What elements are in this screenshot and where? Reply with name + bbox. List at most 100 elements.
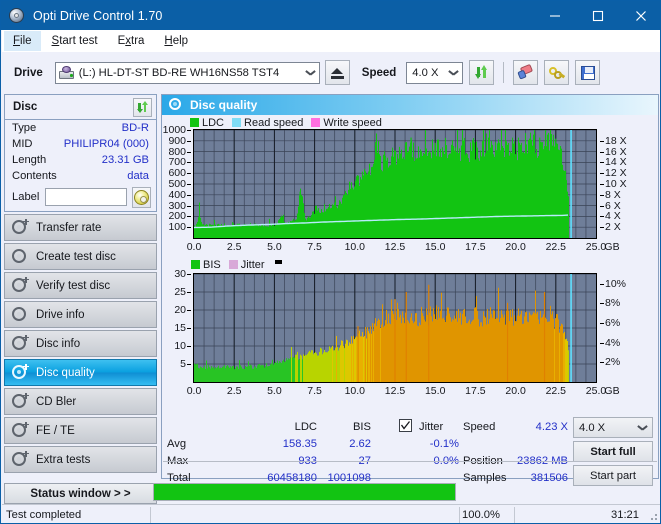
- x-tick-label: 7.5: [307, 241, 322, 253]
- disc-icon: [12, 392, 29, 410]
- y2-tick-mark: [600, 283, 604, 285]
- disc-label-button[interactable]: [132, 186, 151, 208]
- speed-select-stats[interactable]: 4.0 X: [573, 417, 653, 438]
- legend-label-write-speed: Write speed: [323, 116, 382, 129]
- y2-tick-label: 8 X: [605, 188, 621, 201]
- sidebar-item-label: Transfer rate: [36, 221, 102, 234]
- start-full-button[interactable]: Start full: [573, 441, 653, 462]
- eject-button[interactable]: [324, 60, 350, 85]
- sidebar-item-transfer-rate[interactable]: Transfer rate: [4, 214, 157, 241]
- y2-tick-mark: [600, 342, 604, 344]
- menu-start-test[interactable]: Start test: [43, 31, 107, 51]
- y-tick-mark: [187, 194, 191, 196]
- y-tick-label: 400: [168, 188, 186, 201]
- disc-row-type: Type BD-R: [5, 120, 156, 136]
- disc-refresh-button[interactable]: [133, 98, 152, 117]
- erase-button[interactable]: [513, 60, 539, 85]
- y2-tick-label: 2%: [605, 356, 621, 369]
- disc-row-mid: MID PHILIPR04 (000): [5, 136, 156, 152]
- y-tick-label: 800: [168, 145, 186, 158]
- status-window-button[interactable]: Status window > >: [4, 483, 157, 504]
- sidebar-item-extra-tests[interactable]: Extra tests: [4, 446, 157, 473]
- menu-help[interactable]: Help: [155, 31, 197, 51]
- x-tick-label: 7.5: [307, 385, 322, 397]
- disc-info-box: Disc Type BD-R MID PHILIPR04 (000) Lengt…: [4, 94, 157, 212]
- refresh-button[interactable]: [469, 60, 495, 85]
- y-tick-mark: [187, 130, 191, 131]
- chevron-down-icon: [638, 425, 647, 431]
- legend-label-ldc: LDC: [202, 116, 225, 129]
- x-tick-label: 10.0: [344, 385, 366, 397]
- y-tick-mark: [187, 162, 191, 164]
- y2-tick-mark: [600, 184, 604, 185]
- y-tick-mark: [187, 140, 191, 142]
- x-tick-label: 17.5: [465, 241, 486, 253]
- window-title: Opti Drive Control 1.70: [33, 8, 163, 23]
- legend-swatch-ldc: [190, 118, 199, 127]
- x-tick-label: 5.0: [267, 241, 282, 253]
- toolbar: Drive (L:) HL-DT-ST BD-RE WH16NS58 TST4 …: [2, 52, 660, 93]
- maximize-icon[interactable]: [576, 1, 619, 30]
- drive-select[interactable]: (L:) HL-DT-ST BD-RE WH16NS58 TST4: [54, 61, 320, 84]
- x-tick-label: 0.0: [186, 241, 202, 253]
- x-tick-label: 22.5: [545, 385, 567, 397]
- minimize-icon[interactable]: [533, 1, 576, 30]
- sidebar-item-disc-quality[interactable]: Disc quality: [4, 359, 157, 386]
- speed-stat-value: 4.23 X: [535, 421, 568, 433]
- bis-chart[interactable]: 5 10 15 20 25 30 2% 4% 6% 8% 10% 0.0 2.5 5.0 7.5 10.0…: [163, 268, 657, 399]
- eraser-icon: [516, 63, 536, 81]
- y-tick-mark: [187, 227, 191, 229]
- y-tick-label: 25: [174, 286, 186, 298]
- sidebar-item-label: CD Bler: [36, 395, 77, 408]
- sidebar-item-verify-test-disc[interactable]: Verify test disc: [4, 272, 157, 299]
- y-tick-label: 5: [180, 358, 186, 370]
- ldc-y2-axis: 2 X4 X6 X8 X 10 X 12 X 14 X 16 X 18 X: [600, 129, 656, 239]
- disc-row-contents: Contents data: [5, 168, 156, 184]
- sidebar-item-fe-te[interactable]: FE / TE: [4, 417, 157, 444]
- jitter-checkbox[interactable]: [399, 419, 412, 432]
- x-tick-label: 15.0: [424, 385, 446, 397]
- sidebar-item-label: Create test disc: [36, 250, 116, 263]
- status-text: Test completed: [6, 508, 82, 521]
- ldc-chart[interactable]: 100 200 300 400 500 600 700 800 900 1000 2 X4 X6 …: [163, 124, 657, 255]
- sidebar-item-label: Disc info: [36, 337, 81, 350]
- speed-stat-label: Speed: [463, 421, 496, 433]
- sidebar-item-disc-info[interactable]: Disc info: [4, 330, 157, 357]
- y-tick-mark: [187, 292, 191, 293]
- y2-tick-mark: [600, 205, 604, 207]
- sidebar-item-cd-bler[interactable]: CD Bler: [4, 388, 157, 415]
- disc-icon: [12, 334, 29, 352]
- sidebar-item-label: Extra tests: [36, 453, 91, 466]
- menu-file[interactable]: File: [4, 30, 41, 51]
- speed-select-value: 4.0 X: [412, 66, 439, 79]
- sidebar-item-label: Disc quality: [36, 366, 95, 379]
- resize-grip[interactable]: [648, 511, 658, 521]
- left-panel: Disc Type BD-R MID PHILIPR04 (000) Lengt…: [4, 94, 157, 479]
- speed-select[interactable]: 4.0 X: [406, 61, 464, 84]
- disc-label-input[interactable]: [45, 188, 128, 206]
- start-part-button[interactable]: Start part: [573, 465, 653, 486]
- key-button[interactable]: [544, 60, 570, 85]
- sidebar-item-label: FE / TE: [36, 424, 75, 437]
- x-axis-unit: GB: [604, 241, 620, 253]
- main-panel-header: Disc quality: [162, 95, 658, 115]
- status-divider: [514, 507, 515, 523]
- stats-avg-ldc: 158.35: [282, 438, 317, 450]
- disc-row-length: Length 23.31 GB: [5, 152, 156, 168]
- sidebar-item-drive-info[interactable]: Drive info: [4, 301, 157, 328]
- sidebar-item-create-test-disc[interactable]: Create test disc: [4, 243, 157, 270]
- ldc-plot-svg: [194, 130, 596, 238]
- disc-row-value: PHILIPR04 (000): [63, 138, 149, 150]
- stats-col-bis: BIS: [352, 421, 371, 433]
- legend-label-read-speed: Read speed: [244, 116, 304, 129]
- y2-tick-label: 6 X: [605, 199, 621, 212]
- y-tick-mark: [187, 346, 191, 347]
- save-button[interactable]: [575, 60, 601, 85]
- disc-row-value: 23.31 GB: [101, 154, 149, 166]
- legend-label-bis: BIS: [203, 258, 221, 271]
- menu-extra[interactable]: Extra: [109, 31, 154, 51]
- y2-tick-mark: [600, 216, 604, 218]
- close-icon[interactable]: [619, 1, 660, 30]
- disc-icon: [12, 450, 29, 468]
- x-axis-unit: GB: [604, 385, 620, 397]
